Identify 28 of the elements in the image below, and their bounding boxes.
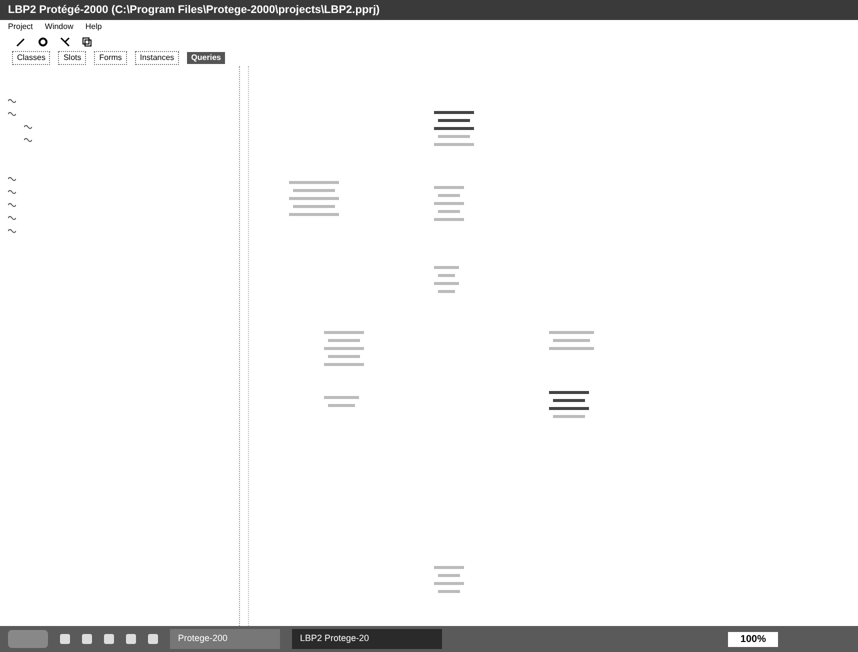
tab[interactable]: Instances <box>134 51 180 65</box>
tree-node-icon[interactable] <box>8 111 16 117</box>
taskbar-button[interactable]: LBP2 Protege-20 <box>292 629 442 649</box>
quick-launch-icon[interactable] <box>60 634 70 644</box>
window-title: LBP2 Protégé-2000 (C:\Program Files\Protege-2000\projects\LBP2.pprj) <box>8 2 380 18</box>
zoom-level: 100% <box>728 632 778 646</box>
tab[interactable]: Classes <box>12 51 50 65</box>
tab[interactable]: Forms <box>94 51 127 65</box>
copy-icon[interactable] <box>82 37 92 47</box>
tree-node-icon[interactable] <box>24 124 32 130</box>
start-button[interactable] <box>8 630 48 648</box>
menu-item[interactable]: Project <box>8 21 33 33</box>
quick-launch-icon[interactable] <box>148 634 158 644</box>
taskbar-button[interactable]: Protege-200 <box>170 629 280 649</box>
tree-node-icon[interactable] <box>8 228 16 234</box>
menu-item[interactable]: Help <box>85 21 102 33</box>
quick-launch-icon[interactable] <box>126 634 136 644</box>
tree-node-icon[interactable] <box>8 202 16 208</box>
menu-item[interactable]: Window <box>44 21 74 33</box>
tree-node-icon[interactable] <box>8 189 16 195</box>
tab[interactable]: Slots <box>58 51 86 65</box>
quick-launch-icon[interactable] <box>82 634 92 644</box>
quick-launch-icon[interactable] <box>104 634 114 644</box>
tree-node-icon[interactable] <box>24 137 32 143</box>
tree-node-icon[interactable] <box>8 98 16 104</box>
tree-node-icon[interactable] <box>8 176 16 182</box>
tree-node-icon[interactable] <box>8 215 16 221</box>
tab[interactable]: Queries <box>187 52 225 64</box>
